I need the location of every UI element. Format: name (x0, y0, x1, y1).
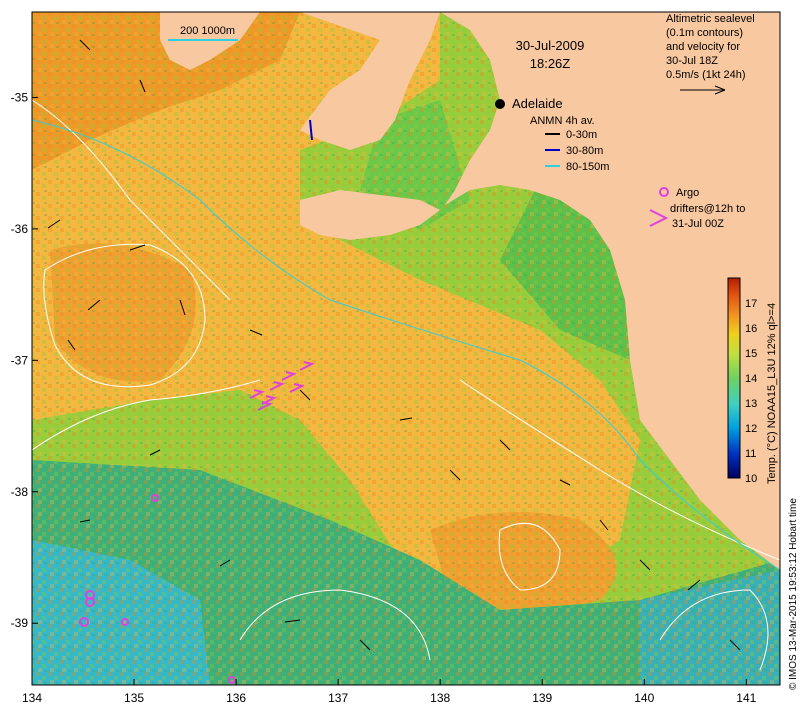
x-tick-label: 135 (124, 691, 144, 705)
x-tick-label: 139 (532, 691, 552, 705)
anmn-title: ANMN 4h av. (530, 115, 595, 127)
colorbar-tick-label: 11 (745, 448, 756, 460)
drifters-line1: drifters@12h to (670, 203, 745, 215)
colorbar-gradient (727, 277, 741, 479)
anmn-item-0: 0-30m (566, 129, 597, 141)
y-tick-label: -38 (11, 485, 29, 499)
colorbar-tick-label: 17 (745, 298, 757, 310)
drifters-line2: 31-Jul 00Z (672, 218, 724, 230)
legend-line5: 0.5m/s (1kt 24h) (666, 69, 745, 81)
x-tick-label: 134 (22, 691, 42, 705)
colorbar-tick-label: 16 (745, 323, 757, 335)
anmn-item-1: 30-80m (566, 145, 603, 157)
anmn-item-2: 80-150m (566, 161, 609, 173)
colorbar-tick-label: 12 (745, 423, 757, 435)
x-tick-label: 136 (226, 691, 246, 705)
x-tick-label: 138 (430, 691, 450, 705)
colorbar-label: Temp. (°C) NOAA15_L3U 12% ql>=4 (766, 303, 778, 484)
y-tick-label: -35 (11, 90, 29, 104)
colorbar-tick-label: 10 (745, 473, 757, 485)
x-tick-label: 141 (736, 691, 756, 705)
colorbar: 10 11 12 13 14 15 16 17 Temp. (°C) NOAA15_L3U 1… (727, 277, 778, 485)
city-label: Adelaide (512, 96, 563, 111)
map-date: 30-Jul-2009 (516, 38, 585, 53)
x-tick-label: 140 (634, 691, 654, 705)
colorbar-tick-label: 15 (745, 348, 757, 360)
credit-text: © IMOS 13-Mar-2015 19:53:12 Hobart time (788, 498, 799, 690)
y-tick-label: -39 (11, 616, 29, 630)
legend-line3: and velocity for (666, 41, 740, 53)
y-tick-label: -37 (11, 353, 29, 367)
map-figure: 134 135 136 137 138 139 140 141 -35 -36 -37 -38 -39… (0, 0, 800, 720)
legend-line4: 30-Jul 18Z (666, 55, 718, 67)
plot-area (32, 12, 780, 685)
colorbar-tick-label: 13 (745, 398, 757, 410)
scale-label: 200 1000m (180, 25, 235, 37)
adelaide-marker (495, 99, 505, 109)
map-time: 18:26Z (530, 56, 571, 71)
argo-label: Argo (676, 187, 699, 199)
legend-line1: Altimetric sealevel (666, 13, 755, 25)
legend-line2: (0.1m contours) (666, 27, 743, 39)
x-tick-label: 137 (328, 691, 348, 705)
y-tick-label: -36 (11, 222, 29, 236)
sst-map: 134 135 136 137 138 139 140 141 -35 -36 -37 -38 -39… (11, 11, 799, 705)
colorbar-tick-label: 14 (745, 373, 757, 385)
